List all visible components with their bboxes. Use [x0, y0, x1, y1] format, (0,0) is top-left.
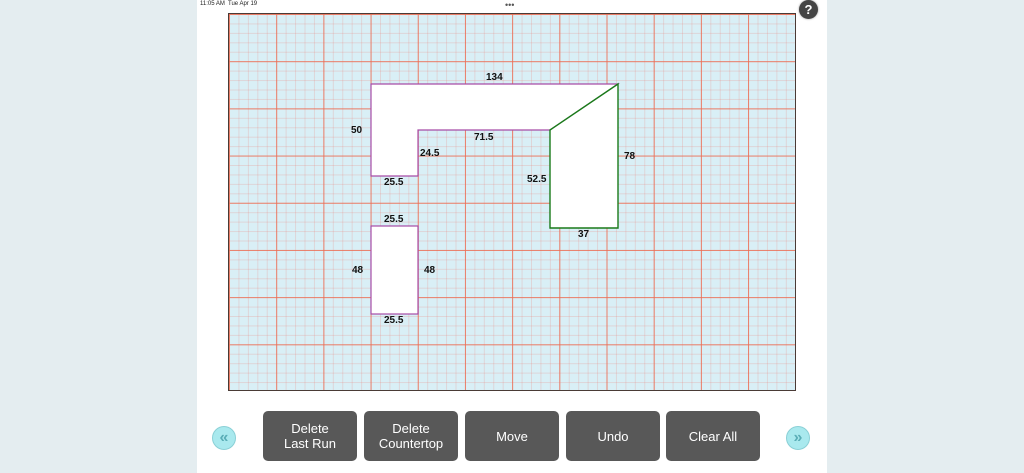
move-button[interactable]: Move [465, 411, 559, 461]
chevron-double-left-icon: « [219, 429, 229, 446]
chevron-double-right-icon: » [793, 429, 803, 446]
dim-rect-right: 48 [424, 265, 436, 276]
dim-rect-left: 48 [352, 265, 364, 276]
rectangle-countertop[interactable] [370, 225, 419, 315]
dim-l-step: 24.5 [420, 148, 440, 159]
clear-all-button[interactable]: Clear All [666, 411, 760, 461]
dim-trap-left: 52.5 [527, 174, 547, 185]
dim-trap-bottom: 37 [578, 229, 590, 240]
dim-l-inner: 71.5 [474, 132, 494, 143]
next-page-button[interactable]: » [786, 426, 810, 450]
dim-l-top: 134 [486, 72, 503, 83]
prev-page-button[interactable]: « [212, 426, 236, 450]
delete-countertop-button[interactable]: Delete Countertop [364, 411, 458, 461]
dim-l-left: 50 [351, 125, 363, 136]
delete-last-run-button[interactable]: Delete Last Run [263, 411, 357, 461]
dim-l-bottom: 25.5 [384, 177, 404, 188]
dim-rect-top: 25.5 [384, 214, 404, 225]
undo-button[interactable]: Undo [566, 411, 660, 461]
dim-trap-right: 78 [624, 151, 636, 162]
dim-rect-bottom: 25.5 [384, 315, 404, 326]
countertop-shapes: 134 50 71.5 24.5 25.5 78 52.5 37 25.5 48… [351, 72, 636, 326]
